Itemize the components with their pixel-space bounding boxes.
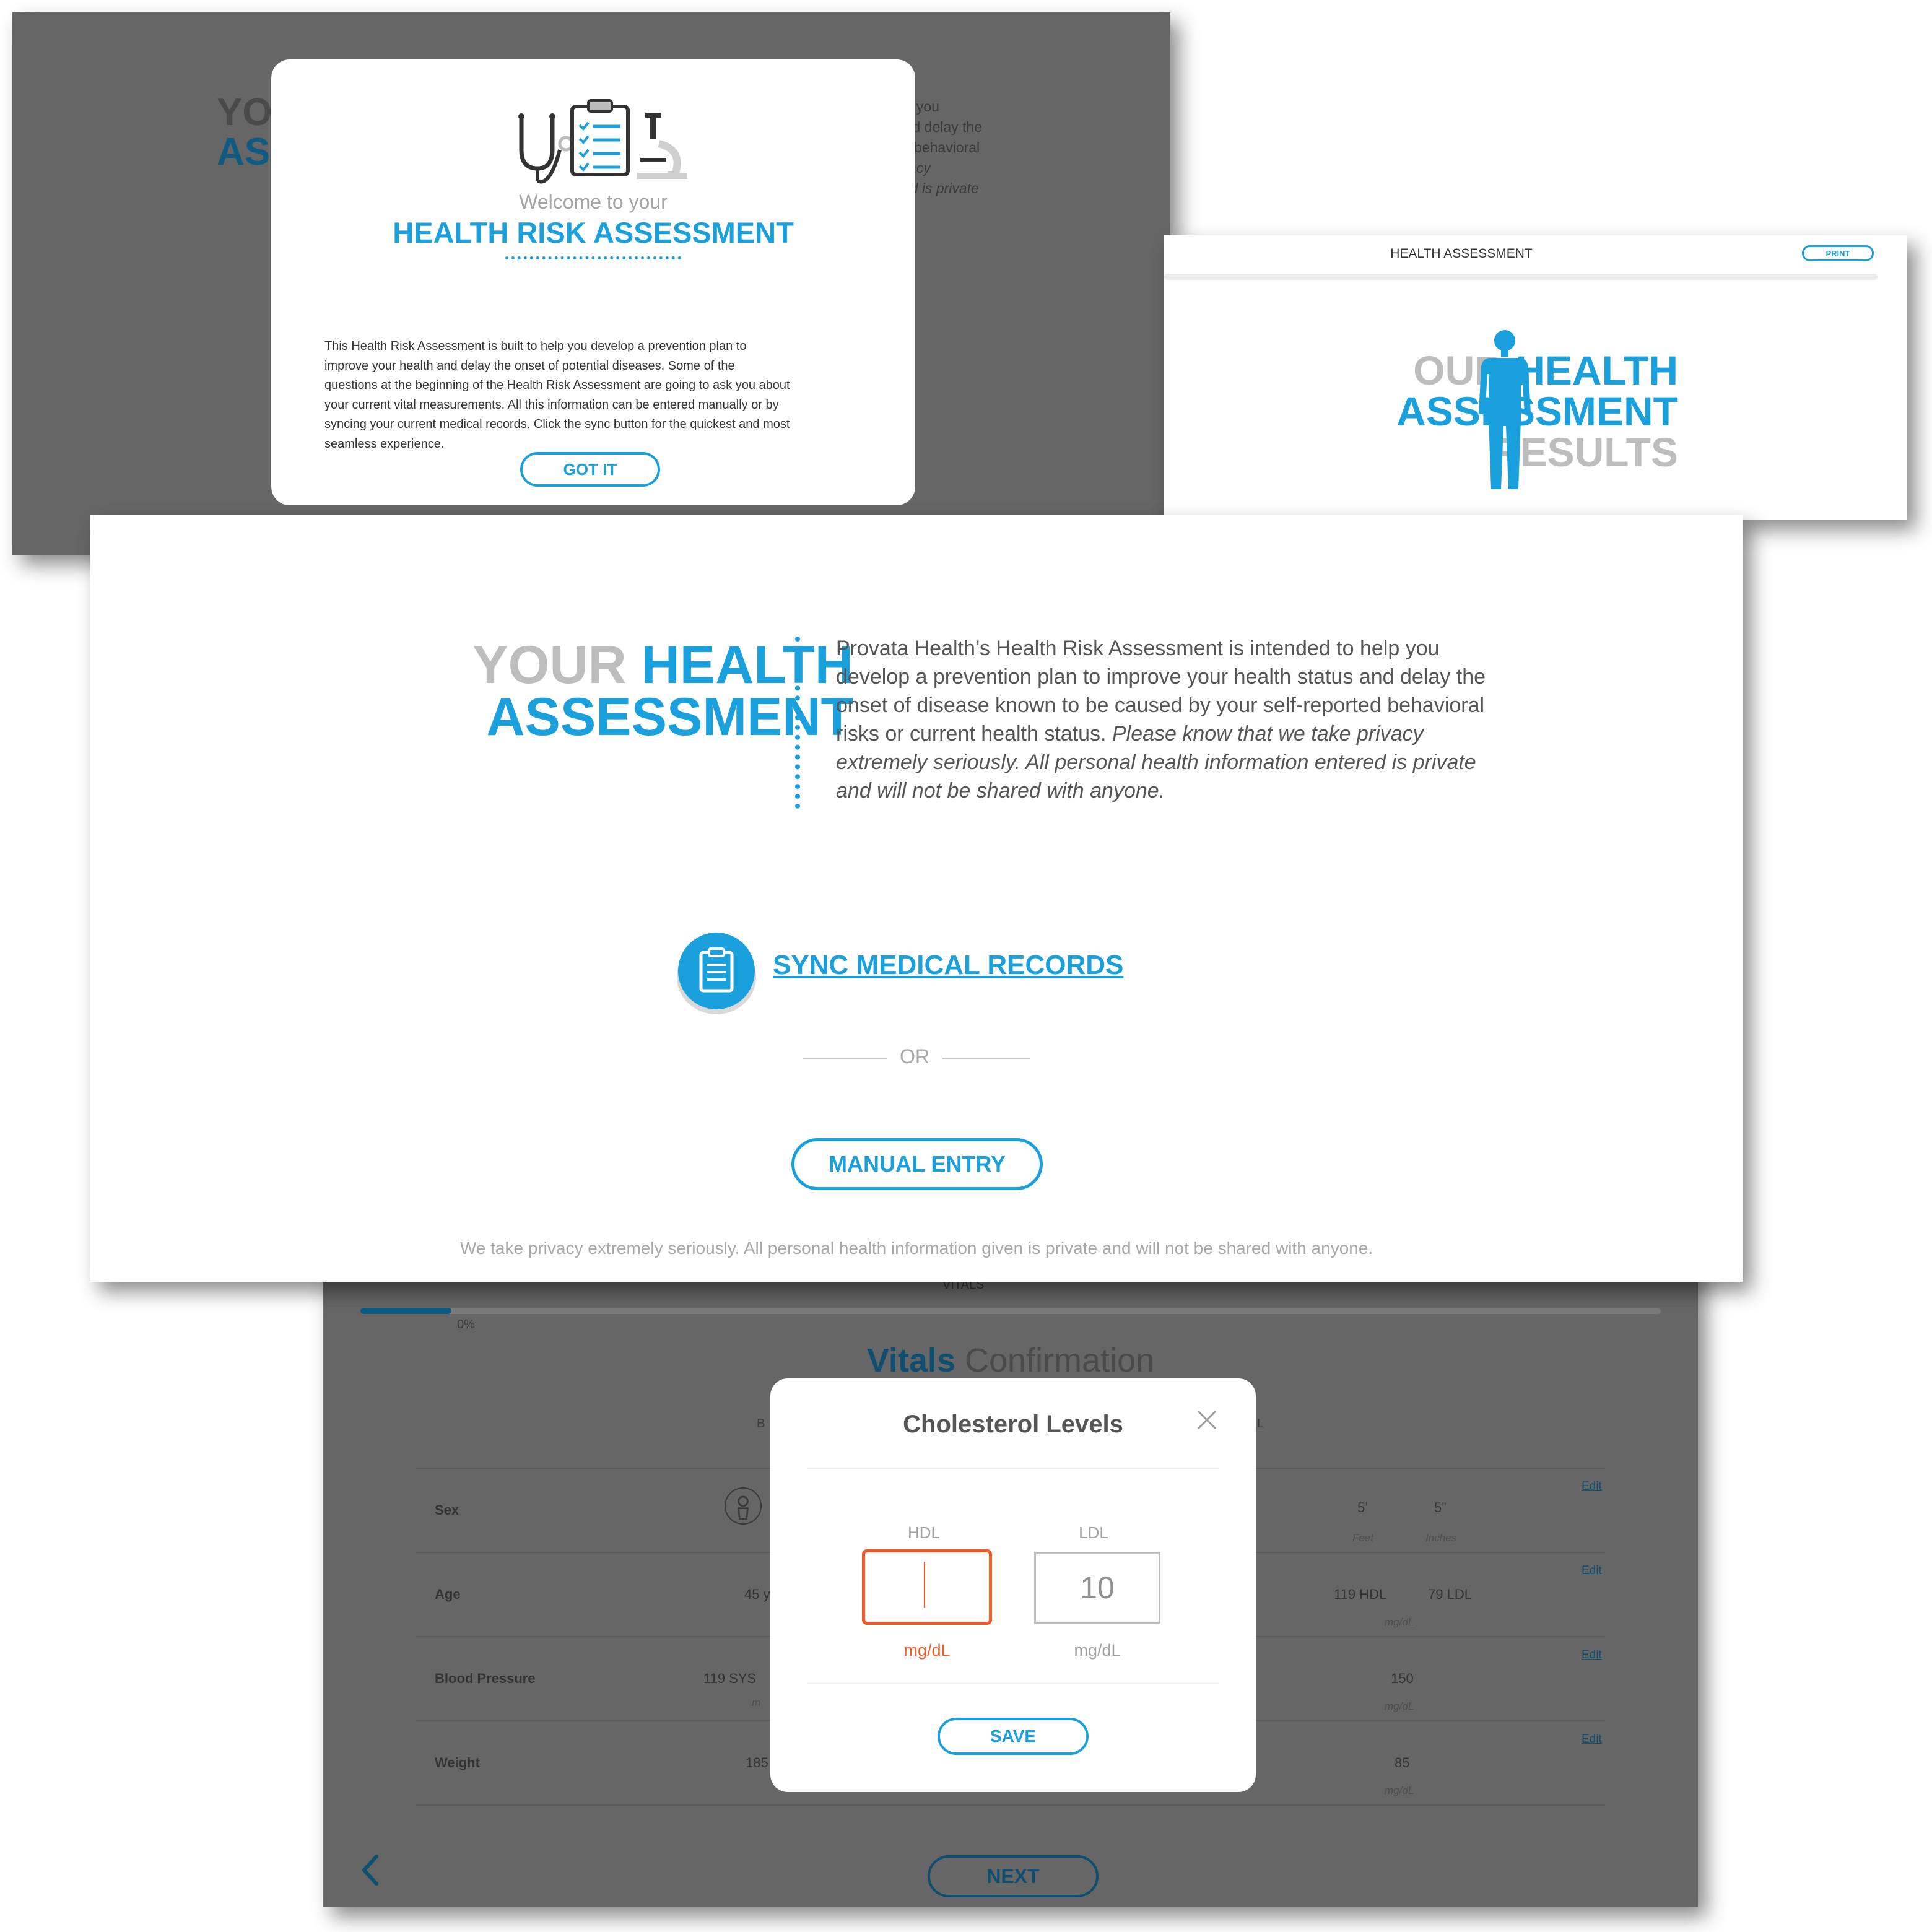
glucose-unit: mg/dL	[1385, 1700, 1414, 1712]
background-title: YO AS	[217, 91, 272, 173]
bp-sys-value: 119 SYS	[703, 1671, 757, 1686]
ldl-unit: mg/dL	[1074, 1641, 1121, 1660]
modal-divider	[807, 1683, 1219, 1684]
hdl-label: HDL	[907, 1523, 940, 1542]
height-inches-value: 5”	[1434, 1500, 1447, 1515]
sync-medical-records-link[interactable]: SYNC MEDICAL RECORDS	[773, 950, 1123, 981]
text-cursor	[924, 1562, 925, 1608]
row-label-sex: Sex	[435, 1502, 459, 1518]
background-intro-text: help you s and delay the rted behavioral…	[886, 98, 983, 196]
column-hint-left: B	[757, 1417, 765, 1430]
clipboard-checklist-icon	[570, 99, 630, 176]
manual-entry-button[interactable]: MANUAL ENTRY	[791, 1138, 1043, 1190]
welcome-modal: Welcome to your HEALTH RISK ASSESSMENT T…	[271, 59, 915, 505]
welcome-text: Welcome to your	[519, 191, 668, 213]
next-button[interactable]: NEXT	[928, 1855, 1099, 1897]
height-feet-value: 5’	[1357, 1500, 1368, 1515]
weight-value: 185	[746, 1755, 768, 1770]
results-screen: HEALTH ASSESSMENT PRINT OUR HEALTH ASSES…	[1164, 235, 1907, 520]
vitals-title: Vitals Confirmation	[866, 1342, 1155, 1379]
intro-text: Provata Health’s Health Risk Assessment …	[836, 637, 1486, 803]
column-hint-right: L	[1257, 1417, 1264, 1430]
welcome-screen: YO AS help you s and delay the rted beha…	[12, 12, 1170, 555]
modal-title: Cholesterol Levels	[903, 1411, 1123, 1438]
progress-bar-track	[360, 1308, 1661, 1314]
results-title-line2: ASSESSMENT	[1396, 388, 1678, 434]
privacy-note: We take privacy extremely seriously. All…	[459, 1238, 1373, 1258]
age-value: 45 y	[744, 1586, 770, 1602]
cholesterol-modal: Cholesterol Levels HDL LDL 10 mg/dL mg/d…	[770, 1378, 1256, 1792]
progress-percent: 0%	[457, 1318, 475, 1331]
dotted-divider	[505, 256, 681, 259]
or-divider-left	[803, 1058, 887, 1059]
or-divider-right	[942, 1058, 1030, 1059]
row-divider	[416, 1804, 1605, 1806]
progress-bar-fill	[360, 1308, 451, 1314]
results-header: HEALTH ASSESSMENT	[1390, 246, 1533, 261]
or-text: OR	[900, 1045, 929, 1068]
back-arrow-icon[interactable]	[358, 1852, 383, 1889]
got-it-button[interactable]: GOT IT	[520, 452, 660, 487]
height-feet-unit: Feet	[1352, 1532, 1374, 1544]
edit-link[interactable]: Edit	[1582, 1564, 1602, 1578]
row-label-blood-pressure: Blood Pressure	[435, 1671, 536, 1686]
save-button[interactable]: SAVE	[938, 1718, 1089, 1755]
edit-link[interactable]: Edit	[1582, 1733, 1602, 1746]
edit-link[interactable]: Edit	[1582, 1480, 1602, 1494]
person-icon[interactable]	[724, 1487, 762, 1525]
close-icon[interactable]	[1196, 1409, 1217, 1430]
cholesterol-unit: mg/dL	[1385, 1616, 1414, 1628]
health-assessment-screen: YOUR HEALTH ASSESSMENT Provata Health’s …	[90, 515, 1743, 1282]
hdl-unit: mg/dL	[903, 1641, 951, 1660]
bp-unit: m	[752, 1697, 761, 1708]
hdl-input-cursor-area	[862, 1549, 992, 1625]
height-inches-unit: Inches	[1425, 1532, 1457, 1544]
glucose-value: 150	[1391, 1671, 1414, 1686]
row-label-weight: Weight	[435, 1755, 480, 1770]
ldl-value: 79 LDL	[1428, 1586, 1472, 1602]
row4-unit: mg/dL	[1385, 1785, 1414, 1796]
modal-body-text: This Health Risk Assessment is built to …	[324, 339, 790, 451]
ldl-input[interactable]: 10	[1034, 1552, 1160, 1624]
ldl-label: LDL	[1079, 1523, 1108, 1542]
clipboard-icon[interactable]	[675, 931, 758, 1014]
dotted-vertical-divider	[795, 637, 800, 809]
results-progress-bar	[1164, 274, 1878, 280]
medical-icons-illustration	[518, 99, 687, 184]
results-title-line1: OUR HEALTH	[1413, 347, 1678, 393]
row-label-age: Age	[435, 1586, 461, 1602]
human-body-icon	[1479, 330, 1531, 489]
microscope-icon	[637, 113, 687, 179]
edit-link[interactable]: Edit	[1582, 1648, 1602, 1662]
vitals-screen: VITALS 0% Vitals Confirmation B L Sex Ag…	[323, 1251, 1698, 1907]
modal-title: HEALTH RISK ASSESSMENT	[393, 216, 794, 249]
hdl-value: 119 HDL	[1334, 1586, 1387, 1602]
stethoscope-icon	[518, 113, 574, 184]
row4-value: 85	[1395, 1755, 1410, 1770]
modal-divider	[807, 1468, 1219, 1469]
print-button[interactable]: PRINT	[1802, 245, 1874, 261]
